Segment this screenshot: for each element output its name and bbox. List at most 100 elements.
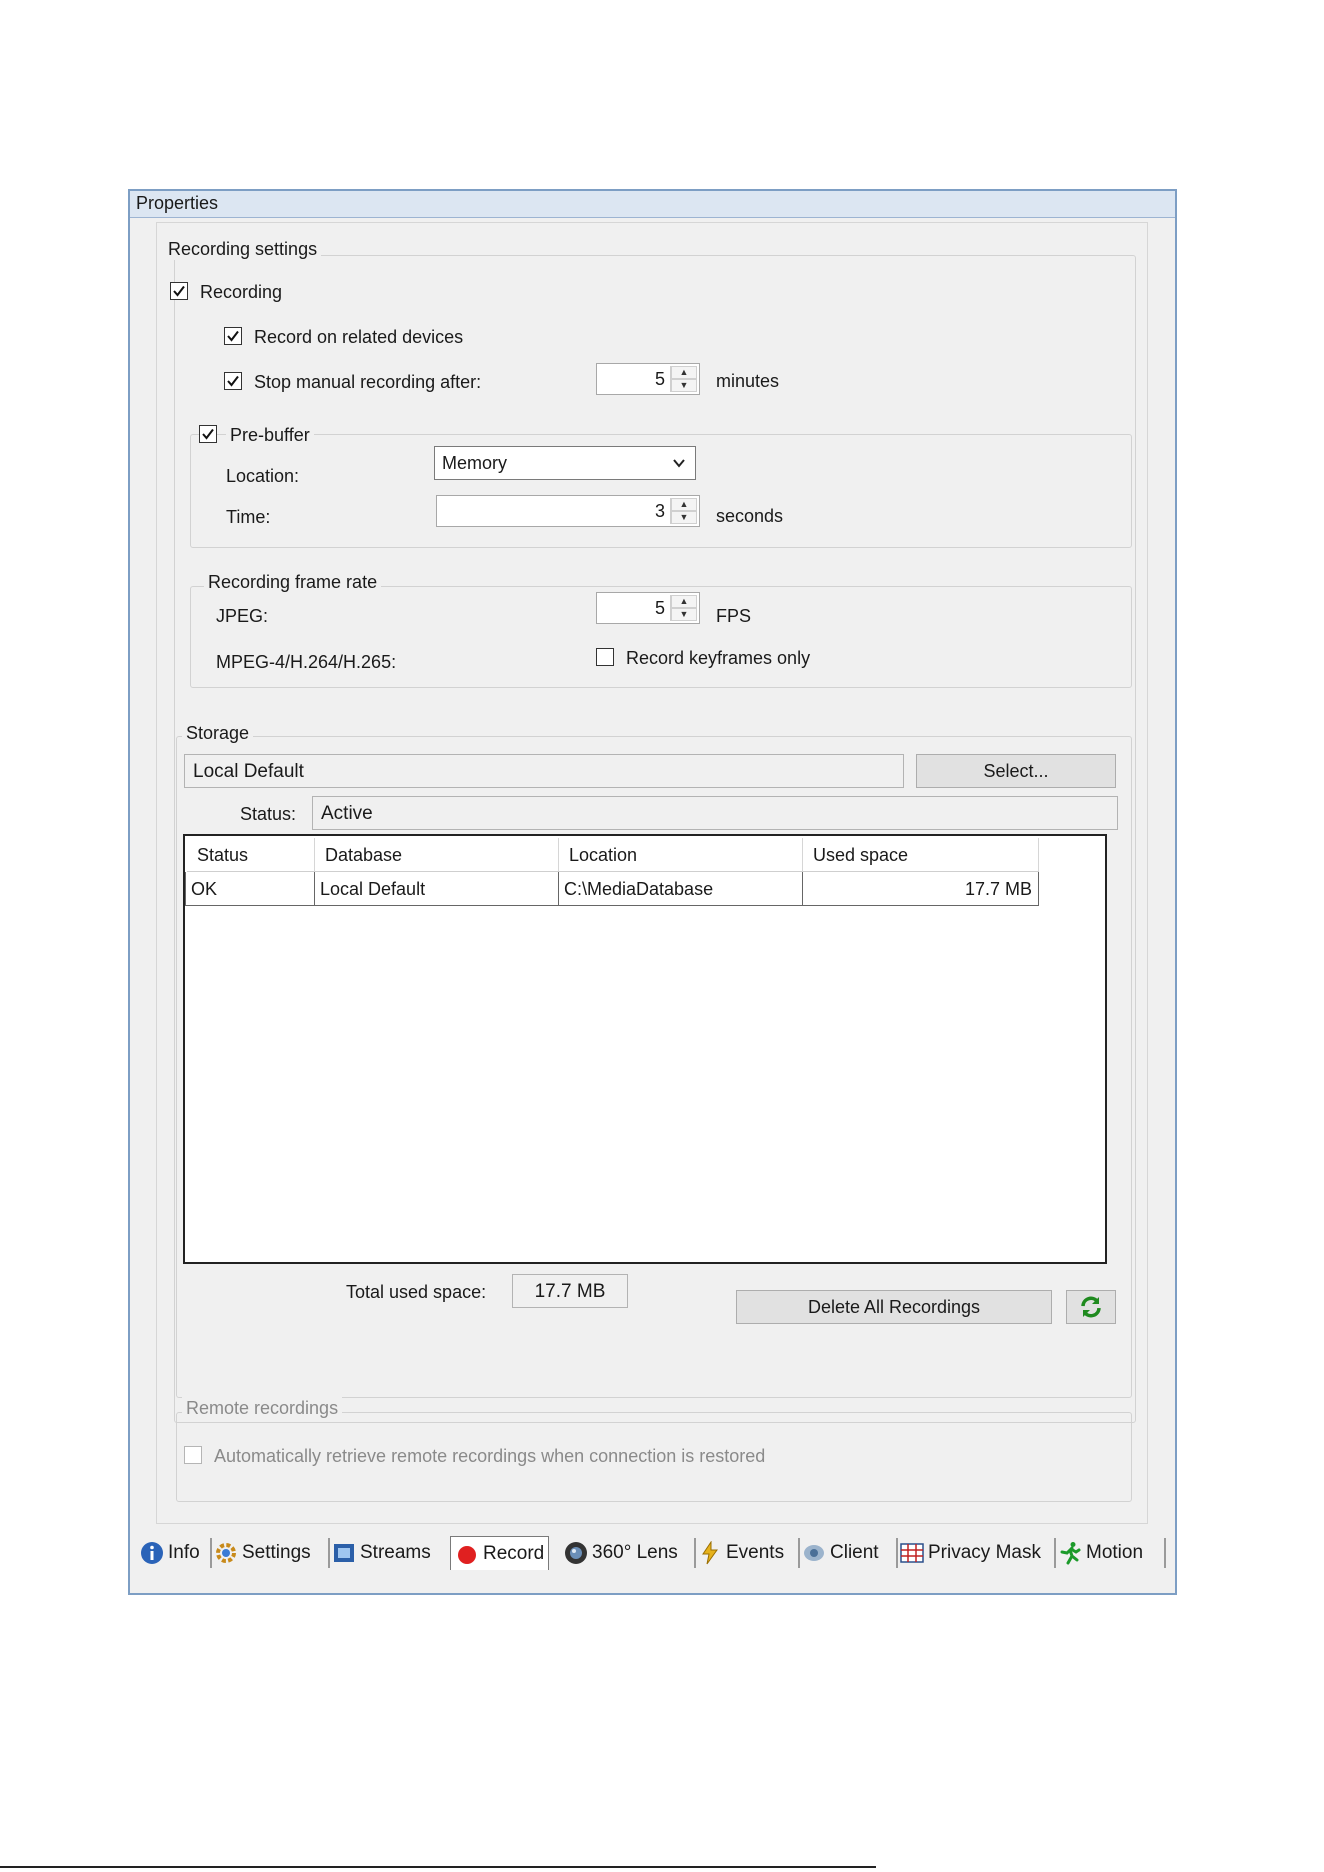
recording-checkbox[interactable] (170, 282, 188, 300)
storage-name-field: Local Default (184, 754, 904, 788)
storage-name-value: Local Default (193, 761, 304, 782)
stop-manual-spinner[interactable]: 5 ▲ ▼ (596, 363, 700, 395)
tab-label: Record (483, 1542, 545, 1564)
location-label: Location: (226, 466, 300, 486)
spin-up-icon[interactable]: ▲ (671, 595, 697, 608)
record-icon (458, 1545, 476, 1564)
time-label: Time: (226, 507, 271, 527)
tab-record[interactable]: Record (450, 1536, 550, 1570)
delete-all-recordings-button[interactable]: Delete All Recordings (736, 1290, 1052, 1324)
check-icon (173, 285, 185, 297)
lens-icon (565, 1542, 587, 1564)
tab-strip: Info Settings Streams Record 360° Lens E… (130, 1534, 1175, 1574)
time-spinner[interactable]: 3 ▲ ▼ (436, 495, 700, 527)
tab-label: Privacy Mask (928, 1542, 1041, 1563)
table-header-location[interactable]: Location (559, 838, 803, 872)
table-cell-used-space[interactable]: 17.7 MB (803, 872, 1039, 906)
remote-recordings-title: Remote recordings (182, 1397, 343, 1419)
mpeg-label: MPEG-4/H.264/H.265: (216, 652, 397, 672)
jpeg-fps-unit: FPS (716, 606, 752, 626)
auto-retrieve-label: Automatically retrieve remote recordings… (214, 1446, 766, 1466)
tab-separator (694, 1538, 696, 1568)
stop-manual-unit: minutes (716, 371, 780, 391)
recording-settings-title: Recording settings (164, 238, 322, 260)
time-unit: seconds (716, 506, 784, 526)
info-icon (141, 1542, 163, 1564)
recording-label: Recording (200, 282, 283, 302)
spin-down-icon[interactable]: ▼ (671, 511, 697, 524)
check-icon (202, 428, 214, 440)
status-label: Status: (240, 804, 297, 824)
table-header-database[interactable]: Database (315, 838, 559, 872)
streams-icon (334, 1544, 354, 1562)
tab-streams[interactable]: Streams (328, 1538, 431, 1568)
check-icon (227, 375, 239, 387)
table-header-used-space[interactable]: Used space (803, 838, 1039, 872)
location-value: Memory (442, 453, 508, 473)
tab-label: 360° Lens (592, 1542, 678, 1563)
total-used-value: 17.7 MB (534, 1281, 606, 1302)
tab-label: Client (830, 1542, 879, 1563)
tab-client[interactable]: Client (798, 1538, 879, 1568)
tab-label: Settings (242, 1542, 311, 1563)
jpeg-fps-value: 5 (654, 598, 665, 618)
table-header-status[interactable]: Status (187, 838, 315, 872)
tab-events[interactable]: Events (694, 1538, 785, 1568)
spin-down-icon[interactable]: ▼ (671, 379, 697, 392)
events-icon (702, 1541, 718, 1565)
status-field: Active (312, 796, 1118, 830)
window-title: Properties (136, 193, 219, 213)
storage-title: Storage (182, 722, 254, 744)
tab-separator (1054, 1538, 1056, 1568)
client-icon (804, 1545, 824, 1561)
tab-label: Info (168, 1542, 200, 1563)
prebuffer-label: Pre-buffer (226, 424, 314, 446)
stop-manual-label: Stop manual recording after: (254, 372, 482, 392)
tab-separator (210, 1538, 212, 1568)
storage-table[interactable]: Status Database Location Used space OK L… (183, 834, 1107, 1264)
tab-label: Events (726, 1542, 785, 1563)
keyframes-only-label: Record keyframes only (626, 648, 811, 668)
spin-up-icon[interactable]: ▲ (671, 366, 697, 379)
frame-rate-title: Recording frame rate (204, 571, 382, 593)
spin-up-icon[interactable]: ▲ (671, 498, 697, 511)
tab-separator (798, 1538, 800, 1568)
privacy-mask-icon (900, 1543, 924, 1563)
jpeg-fps-spinner[interactable]: 5 ▲ ▼ (596, 592, 700, 624)
location-dropdown[interactable]: Memory (434, 446, 696, 480)
select-storage-button[interactable]: Select... (916, 754, 1116, 788)
page-rule (0, 1866, 876, 1868)
tab-settings[interactable]: Settings (210, 1538, 311, 1568)
title-bar (130, 191, 1175, 218)
stop-manual-checkbox[interactable] (224, 372, 242, 390)
jpeg-label: JPEG: (216, 606, 269, 626)
prebuffer-checkbox[interactable] (199, 425, 217, 443)
keyframes-only-checkbox[interactable] (596, 648, 614, 666)
record-related-checkbox[interactable] (224, 327, 242, 345)
record-related-label: Record on related devices (254, 327, 464, 347)
total-used-field: 17.7 MB (512, 1274, 628, 1308)
motion-icon (1060, 1542, 1081, 1565)
stop-manual-value: 5 (654, 369, 665, 389)
spin-down-icon[interactable]: ▼ (671, 608, 697, 621)
tab-separator (1164, 1538, 1166, 1568)
tab-separator (896, 1538, 898, 1568)
refresh-button[interactable] (1066, 1290, 1116, 1324)
refresh-icon (1081, 1296, 1101, 1318)
table-cell-database[interactable]: Local Default (315, 872, 559, 906)
tab-label: Motion (1086, 1542, 1144, 1563)
settings-icon (216, 1543, 236, 1563)
tab-privacy-mask[interactable]: Privacy Mask (896, 1538, 1041, 1568)
tab-separator (328, 1538, 330, 1568)
table-cell-location[interactable]: C:\MediaDatabase (559, 872, 803, 906)
check-icon (227, 330, 239, 342)
tab-label: Streams (360, 1542, 431, 1563)
status-value: Active (321, 803, 373, 824)
auto-retrieve-checkbox[interactable] (184, 1446, 202, 1464)
total-used-label: Total used space: (346, 1282, 487, 1302)
table-cell-status[interactable]: OK (185, 872, 315, 906)
tab-360-lens[interactable]: 360° Lens (564, 1538, 678, 1568)
time-value: 3 (654, 501, 665, 521)
tab-motion[interactable]: Motion (1054, 1538, 1144, 1568)
tab-info[interactable]: Info (140, 1538, 200, 1568)
